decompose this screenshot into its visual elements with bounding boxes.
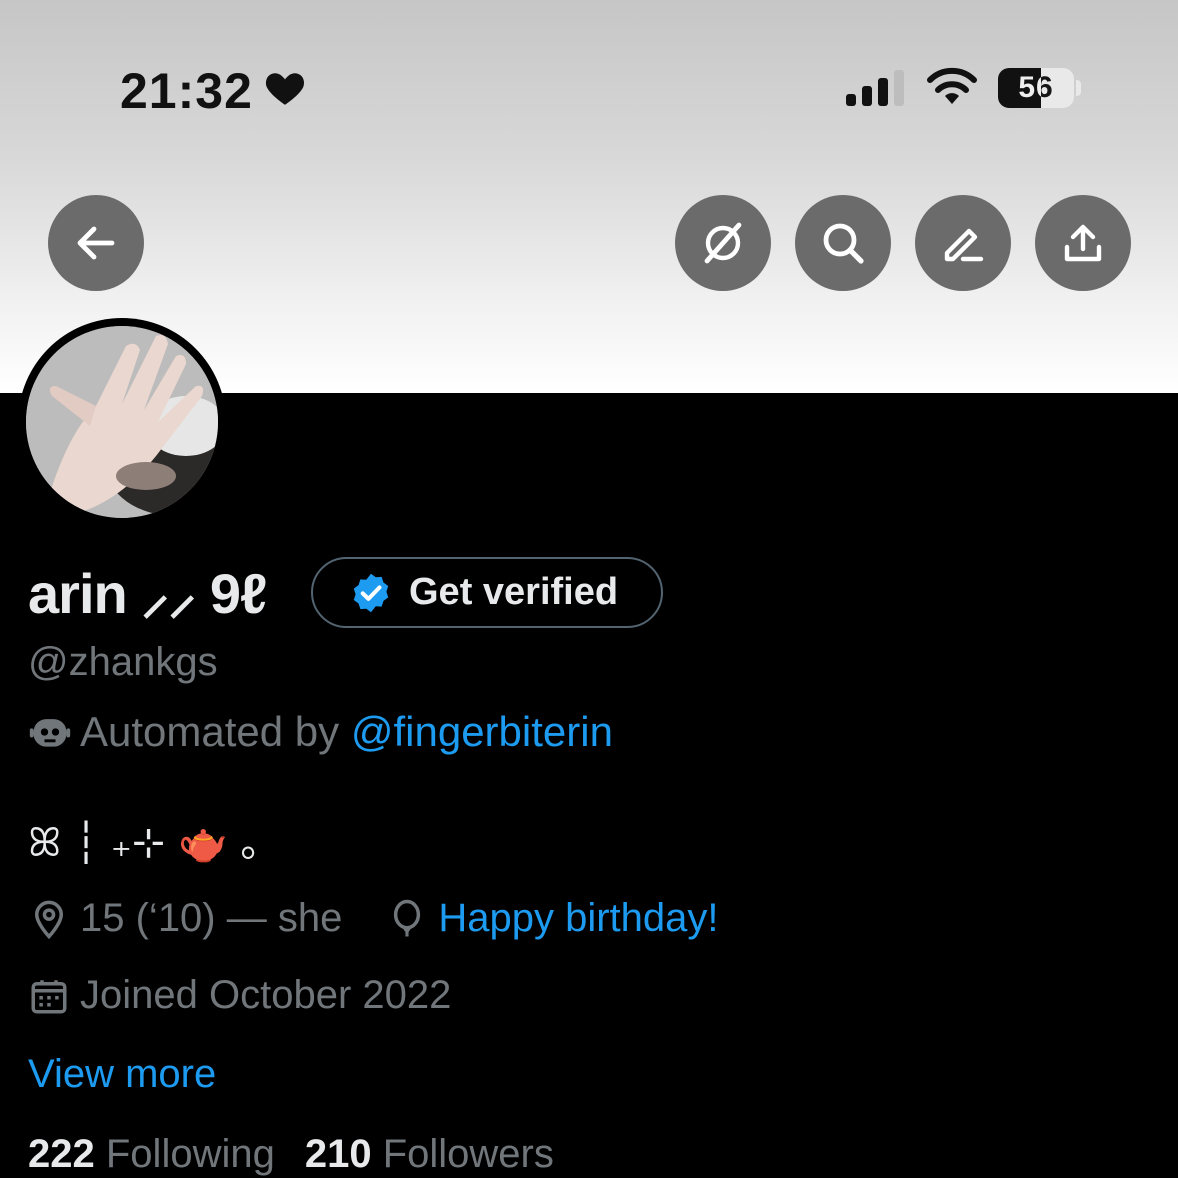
calendar-icon <box>31 979 67 1013</box>
following-count: 222 <box>28 1132 95 1176</box>
balloon-icon <box>394 899 421 936</box>
battery-nub <box>1076 80 1081 96</box>
location-pin-icon <box>34 900 64 939</box>
automated-label: Automated by @fingerbiterin <box>28 708 613 756</box>
view-more-link[interactable]: View more <box>28 1052 216 1097</box>
joined-item: Joined October 2022 <box>28 973 451 1018</box>
arrow-left-icon <box>77 226 115 260</box>
get-verified-label: Get verified <box>409 571 619 613</box>
verified-badge-icon <box>353 573 389 612</box>
cellular-signal-icon <box>846 70 904 106</box>
status-time: 21:32 <box>120 63 253 119</box>
share-button[interactable] <box>1035 195 1131 291</box>
birthday-link[interactable]: Happy birthday! <box>438 896 718 941</box>
battery-indicator: 56 <box>998 68 1074 108</box>
battery-level: 56 <box>1018 71 1054 104</box>
followers-label: Followers <box>382 1132 554 1176</box>
display-name-row: arin ⸝⸝ 9ℓ <box>28 556 267 628</box>
display-name: arin ⸝⸝ 9ℓ <box>28 562 267 625</box>
avatar-photo <box>26 326 218 518</box>
grok-icon <box>704 222 742 264</box>
followers-count: 210 <box>304 1132 372 1176</box>
share-icon <box>1064 224 1102 262</box>
location-text: 15 (‘10) — she <box>80 896 343 940</box>
profile-bio: ꕤ ┆ ₊⊹ 🫖 ｡ <box>28 820 261 866</box>
edit-icon <box>944 228 984 262</box>
wifi-icon <box>927 67 977 104</box>
back-button[interactable] <box>48 195 144 291</box>
automated-prefix: Automated by <box>80 708 340 755</box>
following-label: Following <box>105 1132 275 1176</box>
profile-meta: 15 (‘10) — she Happy birthday! <box>28 896 763 941</box>
birthday-item[interactable]: Happy birthday! <box>386 896 719 941</box>
robot-icon <box>29 719 71 747</box>
avatar-image <box>26 326 218 518</box>
search-icon <box>823 223 864 264</box>
search-button[interactable] <box>795 195 891 291</box>
joined-text: Joined October 2022 <box>80 973 452 1017</box>
edit-button[interactable] <box>915 195 1011 291</box>
heart-icon <box>265 73 305 105</box>
automated-by-link[interactable]: @fingerbiterin <box>351 708 613 756</box>
follow-stats: 222 Following 210 Followers <box>28 1132 584 1177</box>
grok-button[interactable] <box>675 195 771 291</box>
location-item: 15 (‘10) — she <box>28 896 342 941</box>
profile-handle: @zhankgs <box>28 640 218 684</box>
followers-stat[interactable]: 210 Followers <box>305 1132 554 1177</box>
profile-avatar[interactable] <box>18 318 226 526</box>
following-stat[interactable]: 222 Following <box>28 1132 275 1177</box>
status-bar: 21:32 56 <box>0 0 1178 170</box>
get-verified-button[interactable]: Get verified <box>311 557 663 628</box>
